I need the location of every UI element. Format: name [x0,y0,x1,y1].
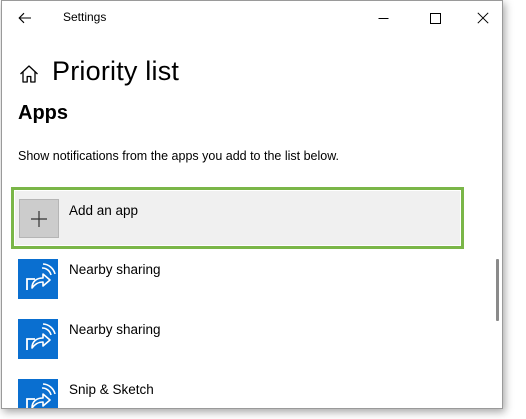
title-bar: Settings [2,1,502,35]
page-title: Priority list [52,56,180,86]
app-tile [18,259,58,299]
window-title: Settings [63,10,107,24]
app-tile [18,379,58,408]
app-label: Nearby sharing [69,262,161,277]
settings-window: Settings Priority list Apps Show notific… [1,0,503,409]
minimize-button[interactable] [360,1,406,35]
add-app-tile [19,199,59,238]
home-icon[interactable] [18,63,40,85]
section-title: Apps [18,102,68,124]
add-app-button[interactable]: Add an app [15,191,460,245]
close-icon [477,12,489,24]
share-icon [26,263,56,290]
app-item-snip-sketch[interactable]: Snip & Sketch [18,379,458,408]
section-description: Show notifications from the apps you add… [18,149,340,163]
add-app-label: Add an app [69,203,139,218]
scrollbar-thumb[interactable] [496,259,499,321]
app-label: Nearby sharing [69,322,161,337]
back-button[interactable] [10,4,40,32]
share-icon [26,383,56,408]
maximize-button[interactable] [412,1,458,35]
maximize-icon [429,12,441,24]
close-button[interactable] [460,1,502,35]
app-label: Snip & Sketch [69,382,154,397]
app-item-nearby-sharing-2[interactable]: Nearby sharing [18,319,458,361]
plus-icon [31,210,47,227]
share-icon [26,323,56,350]
back-arrow-icon [18,12,31,24]
app-tile [18,319,58,359]
minimize-icon [378,17,388,19]
app-item-nearby-sharing-1[interactable]: Nearby sharing [18,259,458,301]
